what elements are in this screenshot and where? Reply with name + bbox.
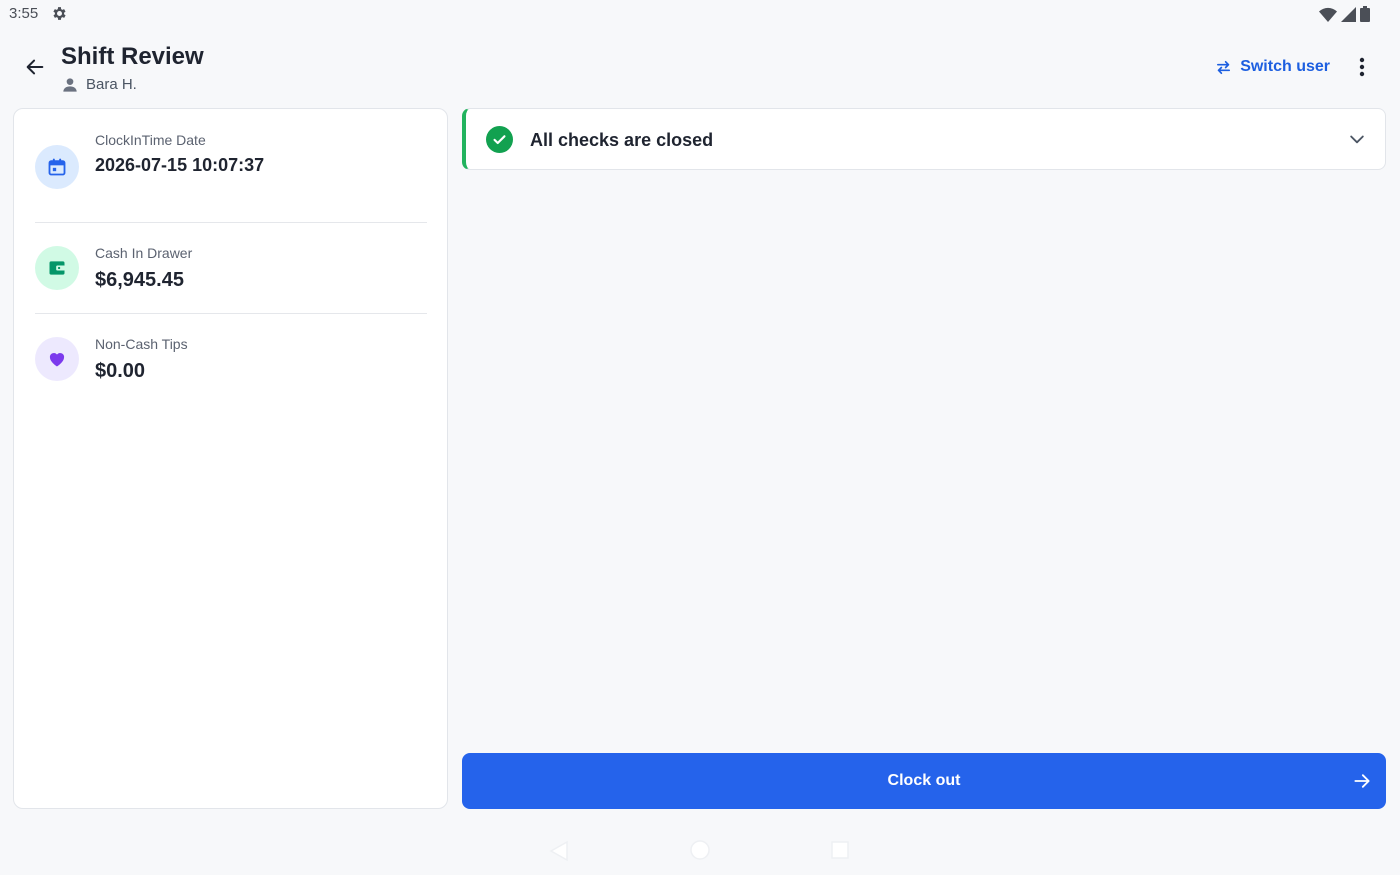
stat-clock-in-date: ClockInTime Date 2026-07-15 10:07:37 [35, 132, 427, 195]
person-icon [63, 77, 77, 92]
arrow-right-icon [1354, 774, 1370, 788]
shift-stats-card: ClockInTime Date 2026-07-15 10:07:37 Cas… [13, 108, 448, 809]
stat-icon-circle [35, 337, 79, 381]
header: Shift Review Bara H. Switch user [0, 36, 1400, 100]
user-name: Bara H. [86, 76, 137, 93]
swap-arrows-icon [1217, 60, 1231, 74]
divider [35, 313, 427, 314]
more-vertical-icon [1359, 57, 1365, 77]
nav-recent-apps-icon[interactable] [830, 840, 850, 860]
wifi-icon [1319, 7, 1337, 22]
stat-icon-circle [35, 246, 79, 290]
nav-home-icon[interactable] [689, 839, 711, 861]
more-options-button[interactable] [1350, 55, 1374, 79]
checks-status-title: All checks are closed [530, 130, 714, 150]
arrow-left-icon [26, 59, 44, 75]
chevron-down-icon[interactable] [1347, 129, 1367, 149]
stat-icon-circle [35, 145, 79, 189]
page-title: Shift Review [61, 43, 204, 70]
switch-user-button[interactable]: Switch user [1215, 58, 1330, 76]
status-bar: 3:55 [0, 0, 1400, 28]
battery-icon [1360, 6, 1370, 22]
stat-label: ClockInTime Date [95, 132, 206, 148]
back-button[interactable] [20, 52, 50, 82]
stat-value: $6,945.45 [95, 269, 184, 291]
current-user: Bara H. [62, 76, 137, 93]
stat-cash-in-drawer: Cash In Drawer $6,945.45 [35, 245, 427, 296]
heart-icon [49, 353, 65, 367]
calendar-icon [48, 158, 66, 176]
stat-value: 2026-07-15 10:07:37 [95, 155, 265, 175]
clock-out-button[interactable]: Clock out [462, 753, 1386, 809]
nav-back-icon[interactable] [548, 840, 570, 862]
clock-out-label: Clock out [887, 772, 961, 789]
signal-icon [1341, 6, 1356, 22]
system-nav-bar [0, 828, 1400, 875]
checks-status-panel[interactable]: All checks are closed [462, 108, 1386, 170]
switch-user-label: Switch user [1240, 58, 1330, 75]
gear-icon [53, 7, 66, 20]
wallet-icon [49, 261, 66, 275]
divider [35, 222, 427, 223]
status-time: 3:55 [9, 5, 39, 22]
check-circle-icon [486, 126, 513, 153]
stat-value: $0.00 [95, 360, 146, 382]
stat-label: Non-Cash Tips [95, 336, 188, 352]
stat-non-cash-tips: Non-Cash Tips $0.00 [35, 336, 427, 387]
stat-label: Cash In Drawer [95, 245, 193, 261]
